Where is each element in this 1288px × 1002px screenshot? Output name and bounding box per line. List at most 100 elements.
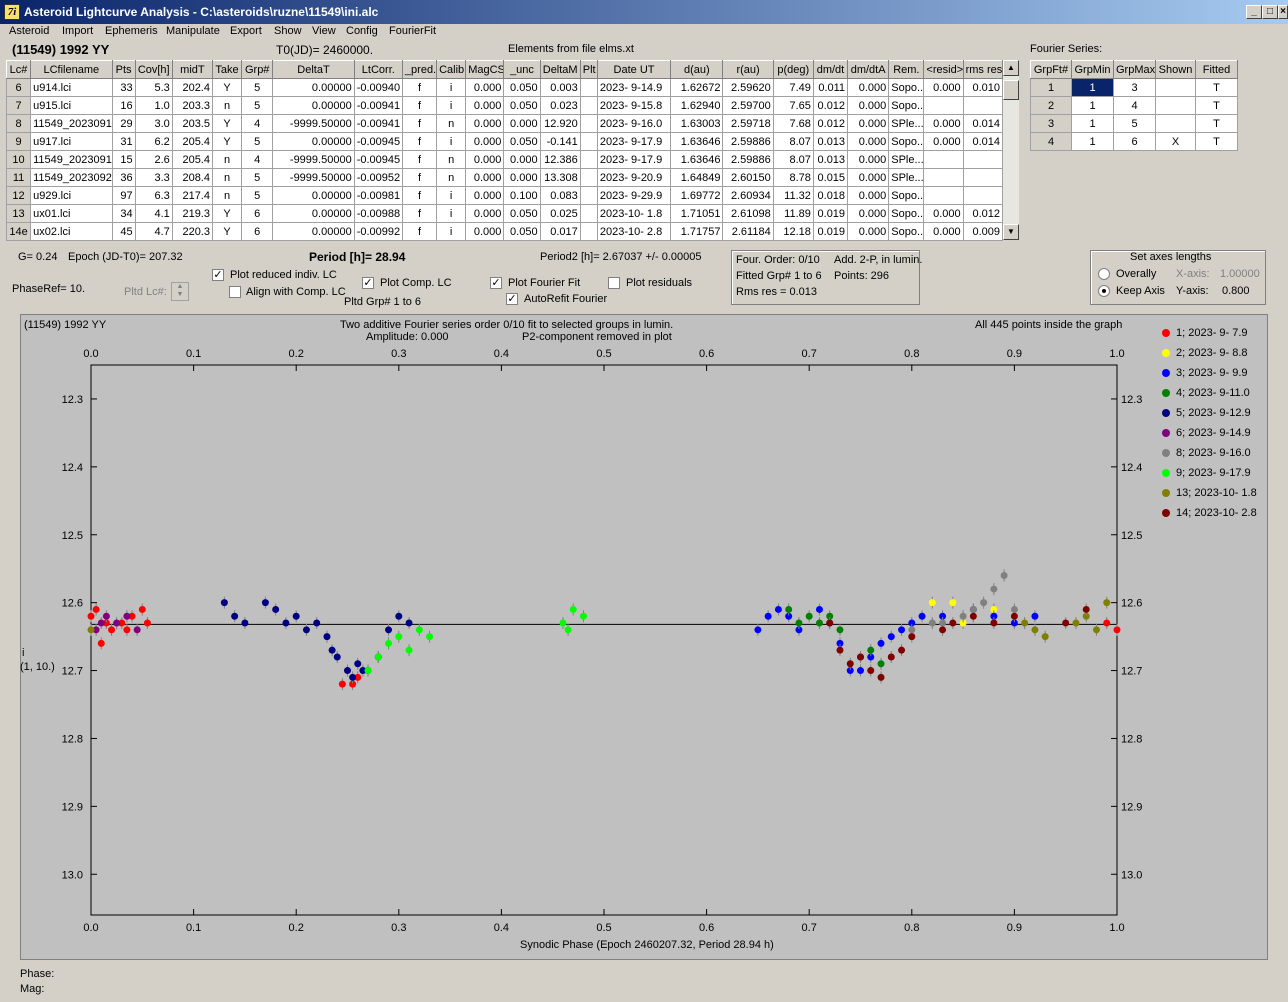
table-cell[interactable]: 5 [241, 186, 274, 205]
fourier-cell[interactable]: T [1195, 114, 1238, 133]
table-cell[interactable]: 1.63646 [670, 132, 724, 151]
lc-column-header[interactable]: dm/dtA [847, 60, 890, 79]
table-cell[interactable]: u917.lci [30, 132, 113, 151]
table-cell[interactable]: 0.000 [465, 114, 505, 133]
lc-column-header[interactable]: DeltaT [272, 60, 355, 79]
table-cell[interactable]: 0.000 [847, 222, 890, 241]
table-cell[interactable]: 8.78 [772, 168, 814, 187]
table-cell[interactable]: 0.100 [503, 186, 541, 205]
table-cell[interactable]: 6 [241, 222, 274, 241]
fourier-cell[interactable]: T [1195, 96, 1238, 115]
table-cell[interactable]: 217.4 [171, 186, 213, 205]
table-cell[interactable]: f [401, 78, 438, 97]
table-cell[interactable] [579, 150, 598, 169]
lc-column-header[interactable]: Lc# [5, 60, 32, 79]
table-cell[interactable]: u914.lci [30, 78, 113, 97]
table-cell[interactable]: n [211, 186, 243, 205]
table-cell[interactable]: 0.000 [923, 132, 964, 151]
table-cell[interactable]: ux01.lci [30, 204, 113, 223]
maximize-button[interactable]: □ [1262, 5, 1278, 19]
scroll-down-arrow-icon[interactable]: ▼ [1003, 224, 1019, 240]
table-cell[interactable]: Y [211, 204, 243, 223]
fourier-column-header[interactable]: GrpFt# [1030, 60, 1072, 79]
table-cell[interactable]: 5 [241, 78, 274, 97]
table-cell[interactable]: 203.3 [171, 96, 213, 115]
table-cell[interactable]: 12.920 [539, 114, 581, 133]
table-cell[interactable]: Sopo... [888, 186, 925, 205]
table-cell[interactable]: 10 [5, 150, 32, 169]
table-cell[interactable] [962, 96, 1004, 115]
table-cell[interactable] [923, 96, 964, 115]
table-cell[interactable]: n [436, 114, 467, 133]
table-cell[interactable]: 11549_2023092 [30, 168, 113, 187]
table-cell[interactable]: 219.3 [171, 204, 213, 223]
lc-column-header[interactable]: Calib. [436, 60, 467, 79]
table-cell[interactable]: 13 [5, 204, 32, 223]
table-cell[interactable]: 8.07 [772, 132, 814, 151]
table-cell[interactable]: 14e [5, 222, 32, 241]
table-cell[interactable]: 202.4 [171, 78, 213, 97]
table-cell[interactable]: 0.00000 [272, 78, 355, 97]
table-cell[interactable]: Sopo... [888, 222, 925, 241]
plot-comp-checkbox[interactable]: ✓ [362, 277, 374, 289]
fourier-cell[interactable] [1155, 114, 1196, 133]
table-cell[interactable]: 5 [241, 168, 274, 187]
plot-residuals-checkbox[interactable] [608, 277, 620, 289]
table-cell[interactable]: 0.000 [503, 150, 541, 169]
table-cell[interactable]: 0.00000 [272, 132, 355, 151]
lc-column-header[interactable]: Plt [579, 60, 598, 79]
table-cell[interactable]: 1.64849 [670, 168, 724, 187]
table-cell[interactable]: 205.4 [171, 132, 213, 151]
table-cell[interactable]: 1.69772 [670, 186, 724, 205]
table-cell[interactable]: 1.71757 [670, 222, 724, 241]
table-cell[interactable]: f [401, 204, 438, 223]
menu-fourierfit[interactable]: FourierFit [389, 25, 436, 37]
table-cell[interactable]: n [211, 168, 243, 187]
table-cell[interactable]: -0.00941 [353, 114, 403, 133]
table-cell[interactable] [579, 168, 598, 187]
table-cell[interactable]: 0.000 [847, 204, 890, 223]
table-cell[interactable]: 6.2 [134, 132, 173, 151]
table-cell[interactable]: 2.60934 [722, 186, 774, 205]
table-row[interactable]: 6 u914.lci 33 5.3 202.4 Y 5 0.00000 -0.00940 f i 0.… [5, 78, 1004, 97]
table-cell[interactable]: 0.000 [847, 168, 890, 187]
table-cell[interactable]: 12 [5, 186, 32, 205]
table-cell[interactable]: 0.050 [503, 204, 541, 223]
menu-show[interactable]: Show [274, 25, 302, 37]
table-scrollbar[interactable]: ▲ ▼ [1003, 60, 1019, 240]
overally-radio[interactable] [1098, 268, 1110, 280]
table-cell[interactable]: 0.023 [539, 96, 581, 115]
menu-view[interactable]: View [312, 25, 336, 37]
table-cell[interactable]: 0.000 [465, 186, 505, 205]
fourier-cell[interactable]: 3 [1113, 78, 1156, 97]
table-cell[interactable]: -9999.50000 [272, 114, 355, 133]
table-cell[interactable]: 8.07 [772, 150, 814, 169]
table-cell[interactable] [579, 114, 598, 133]
table-cell[interactable]: f [401, 222, 438, 241]
table-cell[interactable]: 2023- 9-16.0 [596, 114, 672, 133]
table-cell[interactable]: 3.0 [134, 114, 173, 133]
table-cell[interactable] [962, 186, 1004, 205]
table-cell[interactable]: 0.000 [465, 150, 505, 169]
table-cell[interactable]: 9 [5, 132, 32, 151]
table-cell[interactable]: 0.013 [812, 150, 849, 169]
table-cell[interactable]: 0.019 [812, 222, 849, 241]
fourier-cell[interactable]: T [1195, 132, 1238, 151]
lc-column-header[interactable]: Grp# [241, 60, 274, 79]
table-cell[interactable]: 0.050 [503, 78, 541, 97]
table-cell[interactable]: 0.000 [465, 96, 505, 115]
table-cell[interactable]: 12.386 [539, 150, 581, 169]
table-cell[interactable]: 13.308 [539, 168, 581, 187]
table-cell[interactable] [579, 222, 598, 241]
table-cell[interactable]: 7.68 [772, 114, 814, 133]
table-cell[interactable]: 0.000 [503, 114, 541, 133]
autorefit-checkbox[interactable]: ✓ [506, 293, 518, 305]
pltd-lc-spinner[interactable]: ▲ ▼ [171, 282, 189, 301]
table-cell[interactable]: 2.6 [134, 150, 173, 169]
plot-fourier-checkbox[interactable]: ✓ [490, 277, 502, 289]
lc-column-header[interactable]: rms res [962, 60, 1004, 79]
lc-column-header[interactable]: _unc [503, 60, 541, 79]
table-cell[interactable]: 0.012 [812, 114, 849, 133]
lc-column-header[interactable]: Rem. [888, 60, 925, 79]
table-cell[interactable]: 15 [111, 150, 136, 169]
